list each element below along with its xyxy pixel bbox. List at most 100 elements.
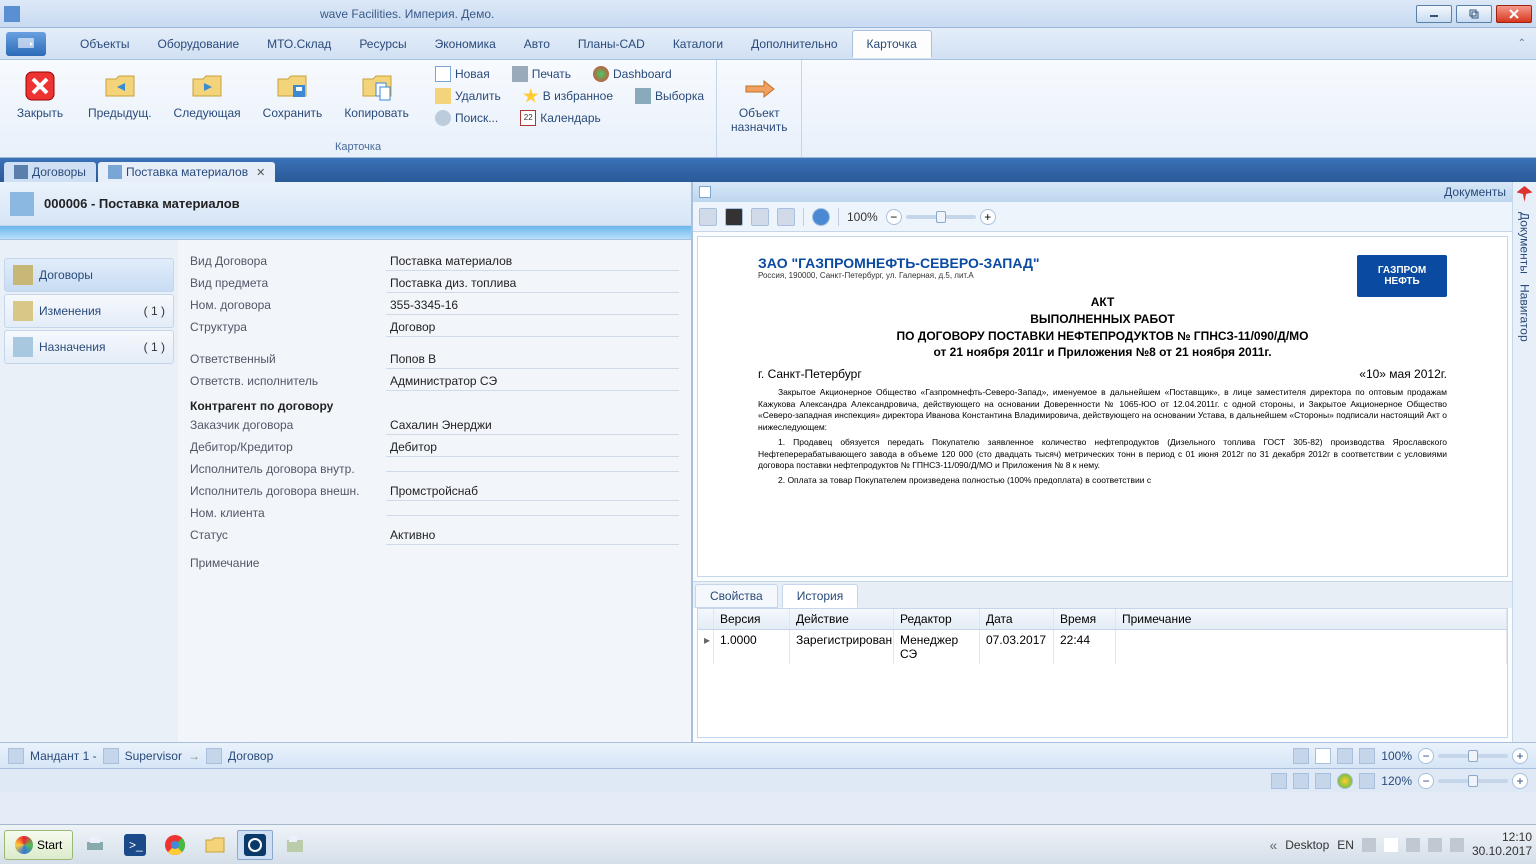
- preview-zoom-slider[interactable]: [906, 215, 976, 219]
- menu-card[interactable]: Карточка: [852, 30, 932, 58]
- dashboard-button[interactable]: Dashboard: [589, 64, 676, 84]
- col-action[interactable]: Действие: [790, 609, 894, 629]
- tool-paste-icon[interactable]: [751, 208, 769, 226]
- val-vid-predmeta[interactable]: Поставка диз. топлива: [386, 274, 679, 293]
- tray-clock[interactable]: 12:10 30.10.2017: [1472, 831, 1532, 857]
- tool-camera-icon[interactable]: [725, 208, 743, 226]
- rail-navigator[interactable]: Навигатор: [1518, 284, 1532, 342]
- taskbar-powershell-icon[interactable]: >_: [117, 830, 153, 860]
- nav-assignments[interactable]: Назначения( 1 ): [4, 330, 174, 364]
- favorite-button[interactable]: В избранное: [519, 86, 617, 106]
- app-menu-button[interactable]: [6, 32, 46, 56]
- pin-icon[interactable]: [1517, 186, 1533, 202]
- menu-resources[interactable]: Ресурсы: [345, 31, 420, 57]
- val-primech[interactable]: [386, 561, 679, 565]
- shell-zoom-out[interactable]: −: [1418, 773, 1434, 789]
- taskbar-explorer-icon[interactable]: [197, 830, 233, 860]
- col-time[interactable]: Время: [1054, 609, 1116, 629]
- sb-zoom-in[interactable]: +: [1512, 748, 1528, 764]
- nav-contracts[interactable]: Договоры: [4, 258, 174, 292]
- tool-save-icon[interactable]: [777, 208, 795, 226]
- val-nom-klienta[interactable]: [386, 511, 679, 516]
- print-button[interactable]: Печать: [508, 64, 575, 84]
- doctab-delivery[interactable]: Поставка материалов✕: [98, 162, 275, 182]
- selection-button[interactable]: Выборка: [631, 86, 708, 106]
- tray-ico4[interactable]: [1428, 838, 1442, 852]
- col-date[interactable]: Дата: [980, 609, 1054, 629]
- tray-desktop[interactable]: Desktop: [1285, 838, 1329, 852]
- shell-zoom-slider[interactable]: [1438, 779, 1508, 783]
- next-button[interactable]: Следующая: [168, 64, 247, 128]
- val-otvetstvenny[interactable]: Попов В: [386, 350, 679, 369]
- val-zakazchik[interactable]: Сахалин Энерджи: [386, 416, 679, 435]
- menu-economics[interactable]: Экономика: [421, 31, 510, 57]
- val-debkred[interactable]: Дебитор: [386, 438, 679, 457]
- tray-ico3[interactable]: [1406, 838, 1420, 852]
- shell-ico3[interactable]: [1315, 773, 1331, 789]
- preview-zoom-out[interactable]: −: [886, 209, 902, 225]
- search-button[interactable]: Поиск...: [431, 108, 502, 128]
- sb-zoom-out[interactable]: −: [1418, 748, 1434, 764]
- subtab-history[interactable]: История: [782, 584, 859, 608]
- subtab-properties[interactable]: Свойства: [695, 584, 778, 608]
- col-marker[interactable]: [698, 609, 714, 629]
- taskbar-fax-icon[interactable]: [277, 830, 313, 860]
- val-otv-ispoln[interactable]: Администратор СЭ: [386, 372, 679, 391]
- val-vid-dogovora[interactable]: Поставка материалов: [386, 252, 679, 271]
- tray-ico5[interactable]: [1450, 838, 1464, 852]
- prev-button[interactable]: Предыдущ.: [82, 64, 158, 128]
- preview-zoom-in[interactable]: +: [980, 209, 996, 225]
- menu-mto[interactable]: МТО.Склад: [253, 31, 345, 57]
- tray-chevron-icon[interactable]: «: [1269, 837, 1277, 853]
- doctab-close-icon[interactable]: ✕: [256, 166, 265, 179]
- col-note[interactable]: Примечание: [1116, 609, 1507, 629]
- tray-lang[interactable]: EN: [1337, 838, 1354, 852]
- val-struktura[interactable]: Договор: [386, 318, 679, 337]
- menu-objects[interactable]: Объекты: [66, 31, 144, 57]
- copy-button[interactable]: Копировать: [338, 64, 415, 128]
- menu-additional[interactable]: Дополнительно: [737, 31, 851, 57]
- doctab-contracts[interactable]: Договоры: [4, 162, 96, 182]
- shell-globe-icon[interactable]: [1337, 773, 1353, 789]
- shell-zoom-in[interactable]: +: [1512, 773, 1528, 789]
- menu-equipment[interactable]: Оборудование: [144, 31, 254, 57]
- view-book-icon[interactable]: [1359, 748, 1375, 764]
- delete-button[interactable]: Удалить: [431, 86, 505, 106]
- col-editor[interactable]: Редактор: [894, 609, 980, 629]
- close-card-button[interactable]: Закрыть: [8, 64, 72, 128]
- nav-changes[interactable]: Изменения( 1 ): [4, 294, 174, 328]
- shell-ico1[interactable]: [1271, 773, 1287, 789]
- val-status[interactable]: Активно: [386, 526, 679, 545]
- shell-ico2[interactable]: [1293, 773, 1309, 789]
- history-row[interactable]: ▸ 1.0000 Зарегистрирован Менеджер СЭ 07.…: [698, 630, 1507, 664]
- new-button[interactable]: Новая: [431, 64, 494, 84]
- close-button[interactable]: [1496, 5, 1532, 23]
- assign-object-button[interactable]: Объект назначить: [725, 64, 793, 138]
- maximize-button[interactable]: [1456, 5, 1492, 23]
- taskbar-printer-icon[interactable]: [77, 830, 113, 860]
- view-grid-icon[interactable]: [1293, 748, 1309, 764]
- start-button[interactable]: Start: [4, 830, 73, 860]
- val-nom-dogovora[interactable]: 355-3345-16: [386, 296, 679, 315]
- val-isp-vnesh[interactable]: Промстройснаб: [386, 482, 679, 501]
- taskbar-chrome-icon[interactable]: [157, 830, 193, 860]
- tray-flag-icon[interactable]: [1384, 838, 1398, 852]
- shell-ico5[interactable]: [1359, 773, 1375, 789]
- ribbon-collapse-icon[interactable]: ⌃: [1514, 34, 1530, 53]
- col-version[interactable]: Версия: [714, 609, 790, 629]
- view-split-icon[interactable]: [1315, 748, 1331, 764]
- calendar-button[interactable]: 22Календарь: [516, 108, 605, 128]
- sb-zoom-slider[interactable]: [1438, 754, 1508, 758]
- tool-refresh-icon[interactable]: [812, 208, 830, 226]
- view-detail-icon[interactable]: [1337, 748, 1353, 764]
- menu-catalogs[interactable]: Каталоги: [659, 31, 737, 57]
- minimize-button[interactable]: [1416, 5, 1452, 23]
- menu-plans-cad[interactable]: Планы-CAD: [564, 31, 659, 57]
- menu-auto[interactable]: Авто: [510, 31, 564, 57]
- val-isp-vnutr[interactable]: [386, 467, 679, 472]
- tray-ico1[interactable]: [1362, 838, 1376, 852]
- document-preview[interactable]: ГАЗПРОМ НЕФТЬ ЗАО "ГАЗПРОМНЕФТЬ-СЕВЕРО-З…: [697, 236, 1508, 577]
- tool-open-icon[interactable]: [699, 208, 717, 226]
- rail-documents[interactable]: Документы: [1518, 212, 1532, 274]
- save-button[interactable]: Сохранить: [257, 64, 329, 128]
